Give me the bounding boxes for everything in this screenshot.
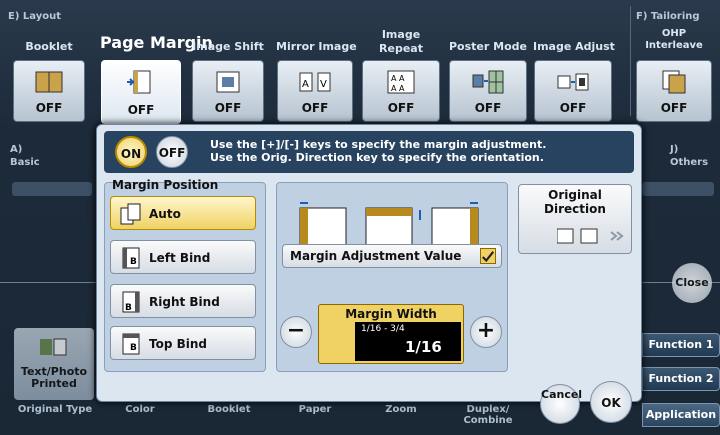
cancel-button[interactable]: Cancel bbox=[540, 384, 582, 424]
section-divider bbox=[630, 6, 631, 116]
position-left-bind-label: Left Bind bbox=[149, 251, 211, 265]
bottom-label-booklet: Booklet bbox=[207, 404, 251, 415]
original-direction-button[interactable]: Original Direction bbox=[518, 184, 632, 254]
image-adjust-value: OFF bbox=[559, 101, 587, 115]
off-button[interactable]: OFF bbox=[156, 136, 188, 168]
ohp-interleave-value: OFF bbox=[660, 101, 688, 115]
instruction-text: Use the [+]/[-] keys to specify the marg… bbox=[210, 138, 546, 164]
tab-function-2[interactable]: Function 2 bbox=[642, 367, 720, 391]
basic-section-label: A) Basic bbox=[10, 144, 40, 168]
bottom-label-duplex-combine: Duplex/ Combine bbox=[463, 404, 513, 426]
margin-adjustment-label: Margin Adjustment Value bbox=[290, 249, 462, 263]
book-icon bbox=[35, 71, 63, 93]
text-photo-tile[interactable]: Text/Photo Printed bbox=[14, 328, 94, 400]
margin-position-title: Margin Position bbox=[112, 178, 219, 192]
poster-mode-icon bbox=[472, 70, 504, 94]
text-photo-icon bbox=[40, 338, 67, 356]
mirror-image-value: OFF bbox=[301, 101, 329, 115]
position-auto-label: Auto bbox=[149, 207, 181, 221]
position-top-bind-label: Top Bind bbox=[149, 337, 207, 351]
others-section-label: J) Others bbox=[670, 144, 709, 168]
ohp-interleave-icon bbox=[662, 70, 686, 94]
poster-mode-tile[interactable]: OFF bbox=[449, 60, 527, 122]
svg-text:B: B bbox=[130, 257, 137, 267]
page-margin-value: OFF bbox=[127, 103, 155, 117]
svg-text:V: V bbox=[320, 79, 327, 90]
bottom-label-color: Color bbox=[125, 404, 155, 415]
poster-mode-value: OFF bbox=[474, 101, 502, 115]
margin-width-title: Margin Width bbox=[345, 307, 437, 321]
image-repeat-tile[interactable]: A AA A OFF bbox=[362, 60, 440, 122]
basic-tab-strip bbox=[12, 182, 92, 196]
position-right-bind-label: Right Bind bbox=[149, 295, 220, 309]
others-tab-strip bbox=[642, 182, 714, 196]
ohp-interleave-label: OHP Interleave bbox=[645, 28, 703, 51]
image-repeat-label: Image Repeat bbox=[379, 28, 423, 55]
instruction-line-1: Use the [+]/[-] keys to specify the marg… bbox=[210, 138, 547, 151]
svg-text:B: B bbox=[130, 343, 137, 353]
margin-adjustment-toggle[interactable]: Margin Adjustment Value bbox=[282, 244, 502, 268]
on-button[interactable]: ON bbox=[115, 136, 147, 168]
plus-button[interactable]: + bbox=[470, 316, 502, 348]
image-shift-icon bbox=[216, 71, 240, 93]
right-bind-icon: B bbox=[122, 291, 140, 313]
tailoring-section-label: F) Tailoring bbox=[636, 11, 700, 22]
page-margin-icon bbox=[127, 70, 151, 94]
top-bind-icon: B bbox=[122, 333, 140, 355]
image-adjust-icon bbox=[557, 73, 589, 91]
svg-text:A A: A A bbox=[391, 74, 405, 83]
ohp-interleave-tile[interactable]: OFF bbox=[636, 60, 712, 122]
svg-text:A: A bbox=[302, 79, 309, 90]
svg-text:B: B bbox=[125, 303, 132, 313]
booklet-value: OFF bbox=[35, 101, 63, 115]
position-auto-button[interactable]: Auto bbox=[110, 196, 256, 230]
position-left-bind-button[interactable]: B Left Bind bbox=[110, 240, 256, 274]
mirror-image-icon: AV bbox=[299, 72, 331, 92]
original-direction-label: Original Direction bbox=[544, 188, 606, 216]
image-adjust-tile[interactable]: OFF bbox=[534, 60, 612, 122]
ok-button[interactable]: OK bbox=[590, 381, 632, 423]
tab-application[interactable]: Application bbox=[642, 403, 720, 427]
margin-width-value: 1/16 bbox=[405, 338, 442, 356]
image-repeat-value: OFF bbox=[387, 101, 415, 115]
margin-adjustment-checkbox[interactable] bbox=[480, 248, 496, 264]
tab-function-1[interactable]: Function 1 bbox=[642, 333, 720, 357]
position-right-bind-button[interactable]: B Right Bind bbox=[110, 284, 256, 318]
poster-mode-label: Poster Mode bbox=[449, 40, 527, 53]
page-margin-tile[interactable]: OFF bbox=[101, 60, 181, 124]
position-top-bind-button[interactable]: B Top Bind bbox=[110, 326, 256, 360]
divider-left bbox=[0, 282, 100, 283]
margin-width-display: Margin Width 1/16 - 3/4 1/16 bbox=[318, 304, 464, 364]
minus-button[interactable]: − bbox=[280, 316, 312, 348]
mirror-image-label: Mirror Image bbox=[276, 40, 357, 53]
margin-width-range: 1/16 - 3/4 bbox=[361, 324, 405, 334]
booklet-label: Booklet bbox=[25, 40, 73, 53]
image-shift-value: OFF bbox=[214, 101, 242, 115]
layout-section-label: E) Layout bbox=[8, 11, 61, 22]
orientation-icon bbox=[557, 228, 624, 244]
checkmark-icon bbox=[481, 251, 495, 263]
left-bind-icon: B bbox=[122, 247, 140, 269]
booklet-tile[interactable]: OFF bbox=[13, 60, 85, 122]
instruction-line-2: Use the Orig. Direction key to specify t… bbox=[210, 151, 544, 164]
image-adjust-label: Image Adjust bbox=[533, 40, 615, 53]
image-shift-label: Image Shift bbox=[192, 40, 264, 53]
svg-text:A A: A A bbox=[391, 84, 405, 93]
text-photo-label: Text/Photo Printed bbox=[20, 365, 88, 390]
image-repeat-icon: A AA A bbox=[387, 70, 415, 94]
mirror-image-tile[interactable]: AV OFF bbox=[277, 60, 353, 122]
auto-position-icon bbox=[120, 203, 141, 225]
bottom-label-paper: Paper bbox=[298, 404, 332, 415]
bottom-label-zoom: Zoom bbox=[385, 404, 417, 415]
bottom-label-original-type: Original Type bbox=[17, 404, 93, 415]
close-button[interactable]: Close bbox=[672, 263, 712, 303]
image-shift-tile[interactable]: OFF bbox=[192, 60, 264, 122]
margin-width-screen: 1/16 - 3/4 1/16 bbox=[355, 322, 461, 361]
